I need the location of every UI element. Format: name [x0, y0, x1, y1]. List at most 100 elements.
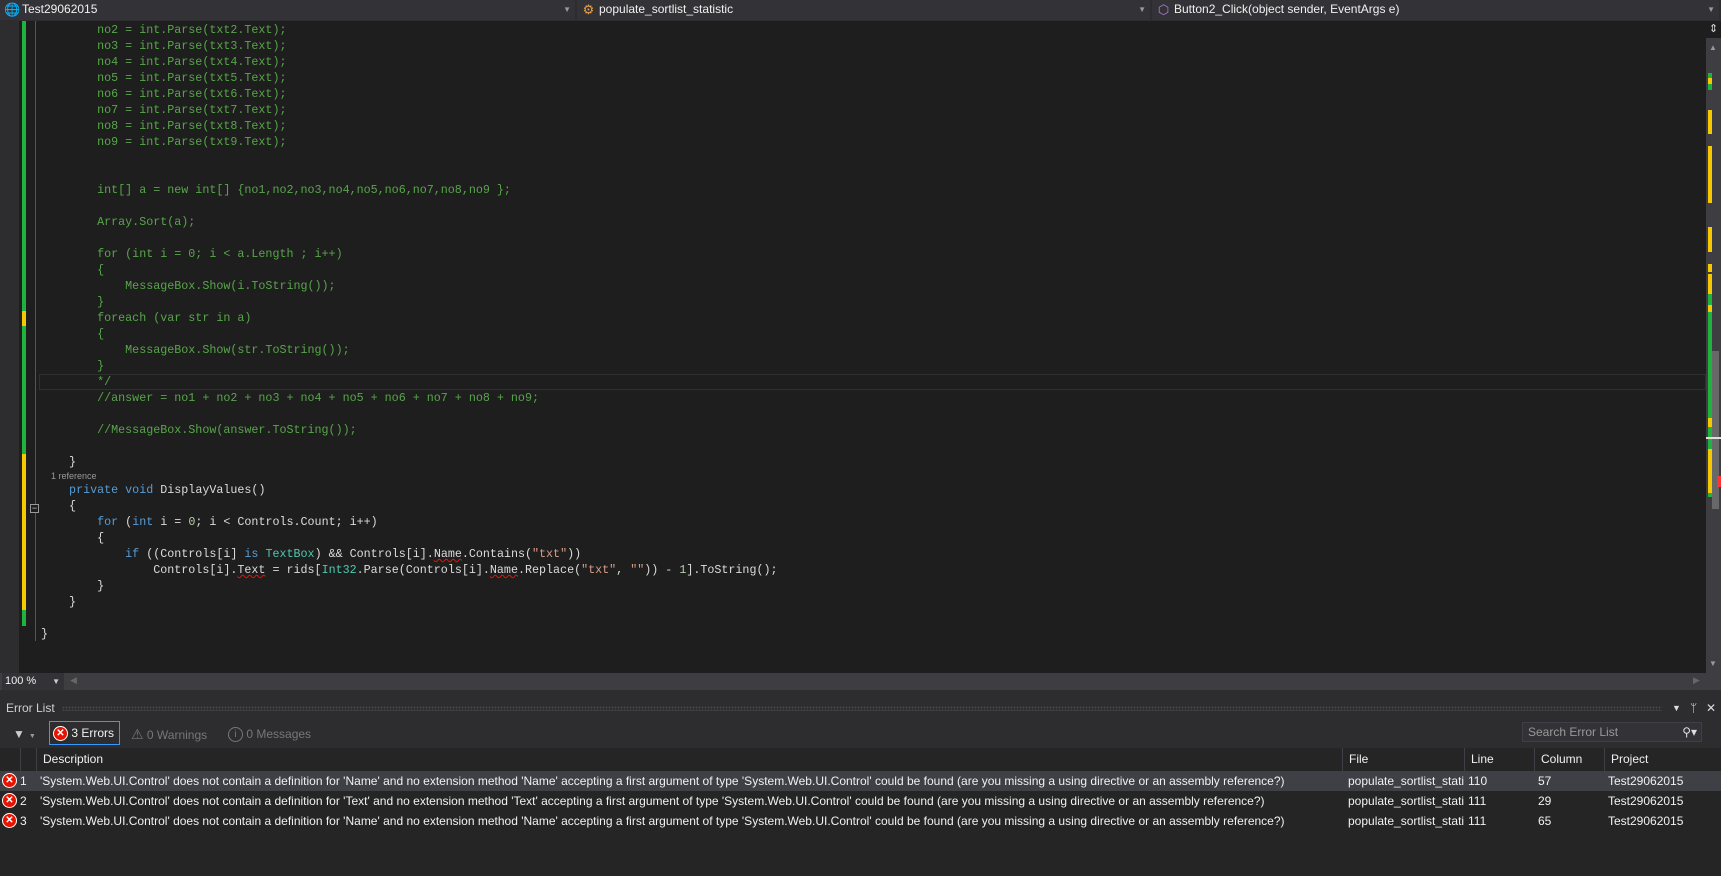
error-icon: ✕ — [2, 793, 17, 808]
code-line: if ((Controls[i] is TextBox) && Controls… — [41, 546, 778, 562]
code-token: } — [41, 295, 105, 309]
column-header-line[interactable]: Line — [1464, 748, 1534, 771]
code-token: Int32 — [321, 563, 357, 577]
pin-icon[interactable]: ᛘ — [1690, 700, 1697, 716]
error-list-panel: Error List ▼ ᛘ ✕ ▼ ▼ ✕ 3 Errors ⚠ 0 Warni… — [0, 700, 1721, 876]
change-bar-saved — [22, 326, 26, 454]
navigation-bar: 🌐 Test29062015 ▼ ⚙ populate_sortlist_sta… — [0, 0, 1721, 20]
scroll-marker — [1708, 264, 1712, 272]
error-row[interactable]: ✕ 3 'System.Web.UI.Control' does not conta… — [0, 811, 1721, 831]
member-dropdown[interactable]: ⬡ Button2_Click(object sender, EventArgs… — [1152, 0, 1721, 20]
zoom-dropdown[interactable]: 100 % ▼ — [2, 673, 64, 690]
code-line: for (int i = 0; i < a.Length ; i++) — [41, 246, 778, 262]
code-token: no7 = int.Parse(txt7.Text); — [41, 103, 287, 117]
error-line: 111 — [1468, 814, 1487, 828]
info-icon: i — [228, 727, 243, 743]
code-line: no4 = int.Parse(txt4.Text); — [41, 54, 778, 70]
project-dropdown[interactable]: 🌐 Test29062015 ▼ — [0, 0, 577, 20]
warnings-filter-button[interactable]: ⚠ 0 Warnings — [131, 723, 207, 745]
globe-icon: 🌐 — [4, 2, 21, 17]
error-num: 1 — [20, 774, 27, 788]
code-line: no5 = int.Parse(txt5.Text); — [41, 70, 778, 86]
code-line: no3 = int.Parse(txt3.Text); — [41, 38, 778, 54]
code-token: } — [41, 579, 105, 593]
error-project: Test29062015 — [1608, 814, 1684, 828]
code-line: //MessageBox.Show(answer.ToString()); — [41, 422, 778, 438]
error-file: populate_sortlist_stati: — [1348, 774, 1464, 788]
panel-title: Error List — [6, 701, 55, 715]
code-token: //MessageBox.Show(answer.ToString()); — [41, 423, 357, 437]
code-line: foreach (var str in a) — [41, 310, 778, 326]
column-header-description[interactable]: Description — [36, 748, 1342, 771]
error-list-toolbar: ▼ ▼ ✕ 3 Errors ⚠ 0 Warnings i 0 Messages … — [0, 716, 1721, 748]
code-line: Controls[i].Text = rids[Int32.Parse(Cont… — [41, 562, 778, 578]
column-header-file[interactable]: File — [1342, 748, 1464, 771]
filter-icon[interactable]: ▼ ▼ — [13, 723, 36, 745]
change-bar-saved — [22, 21, 26, 311]
code-token: ].ToString(); — [686, 563, 778, 577]
errors-filter-button[interactable]: ✕ 3 Errors — [49, 721, 120, 745]
code-token: , — [616, 563, 631, 577]
code-token: no9 = int.Parse(txt9.Text); — [41, 135, 287, 149]
search-error-list-input[interactable]: Search Error List ⚲▾ — [1522, 722, 1702, 742]
scroll-down-arrow[interactable]: ▼ — [1709, 659, 1717, 668]
code-line: for (int i = 0; i < Controls.Count; i++) — [41, 514, 778, 530]
code-line: { — [41, 498, 778, 514]
code-token: { — [41, 263, 105, 277]
split-window-icon[interactable]: ⇕ — [1706, 21, 1721, 38]
codelens-references[interactable]: 1 reference — [41, 470, 778, 482]
code-token: for (int i = 0; i < a.Length ; i++) — [41, 247, 343, 261]
project-name: Test29062015 — [22, 2, 98, 16]
scroll-marker — [1708, 146, 1712, 203]
code-token: int — [132, 515, 154, 529]
horizontal-scrollbar[interactable]: 100 % ▼ ◀ ▶ — [0, 673, 1721, 690]
error-description: 'System.Web.UI.Control' does not contain… — [40, 794, 1265, 808]
code-token: } — [41, 455, 77, 469]
code-line: no9 = int.Parse(txt9.Text); — [41, 134, 778, 150]
error-table-header: Description File Line Column Project — [0, 748, 1721, 771]
error-file: populate_sortlist_stati: — [1348, 794, 1464, 808]
code-token: is — [244, 547, 259, 561]
code-token: "txt" — [581, 563, 617, 577]
code-token: MessageBox.Show(i.ToString()); — [41, 279, 336, 293]
class-name: populate_sortlist_statistic — [599, 2, 734, 16]
caret-position-marker — [1706, 437, 1721, 439]
close-icon[interactable]: ✕ — [1706, 700, 1716, 716]
class-dropdown[interactable]: ⚙ populate_sortlist_statistic ▼ — [577, 0, 1152, 20]
scroll-left-arrow[interactable]: ◀ — [70, 675, 77, 686]
code-token: ) && Controls[i]. — [314, 547, 434, 561]
code-token: private — [41, 483, 119, 497]
code-token: "txt" — [532, 547, 568, 561]
search-icon[interactable]: ⚲▾ — [1682, 723, 1697, 741]
change-bar-unsaved — [22, 311, 26, 326]
member-name: Button2_Click(object sender, EventArgs e… — [1174, 2, 1400, 16]
messages-filter-button[interactable]: i 0 Messages — [228, 723, 311, 745]
code-token: )) — [567, 547, 582, 561]
collapse-toggle[interactable]: − — [30, 504, 39, 513]
code-line: no7 = int.Parse(txt7.Text); — [41, 102, 778, 118]
warnings-count: 0 Warnings — [146, 728, 208, 742]
column-header-project[interactable]: Project — [1604, 748, 1721, 771]
error-icon: ✕ — [53, 726, 68, 742]
scroll-up-arrow[interactable]: ▲ — [1709, 43, 1717, 52]
code-token: DisplayValues() — [153, 483, 266, 497]
code-editor[interactable]: − no2 = int.Parse(txt2.Text); no3 = int.… — [0, 21, 1721, 673]
code-token: no2 = int.Parse(txt2.Text); — [41, 23, 287, 37]
error-num: 2 — [20, 794, 27, 808]
error-description: 'System.Web.UI.Control' does not contain… — [40, 774, 1285, 788]
warning-icon: ⚠ — [131, 726, 144, 742]
error-icon: ✕ — [2, 773, 17, 788]
error-line: 110 — [1468, 774, 1488, 788]
code-token: //answer = no1 + no2 + no3 + no4 + no5 +… — [41, 391, 539, 405]
error-marker — [1717, 476, 1721, 487]
window-position-icon[interactable]: ▼ — [1672, 700, 1681, 716]
error-row[interactable]: ✕ 1 'System.Web.UI.Control' does not conta… — [0, 771, 1721, 791]
code-token: no4 = int.Parse(txt4.Text); — [41, 55, 287, 69]
scroll-right-arrow[interactable]: ▶ — [1693, 675, 1700, 686]
error-row[interactable]: ✕ 2 'System.Web.UI.Control' does not conta… — [0, 791, 1721, 811]
drag-grip[interactable] — [62, 706, 1662, 711]
column-header-column[interactable]: Column — [1534, 748, 1604, 771]
